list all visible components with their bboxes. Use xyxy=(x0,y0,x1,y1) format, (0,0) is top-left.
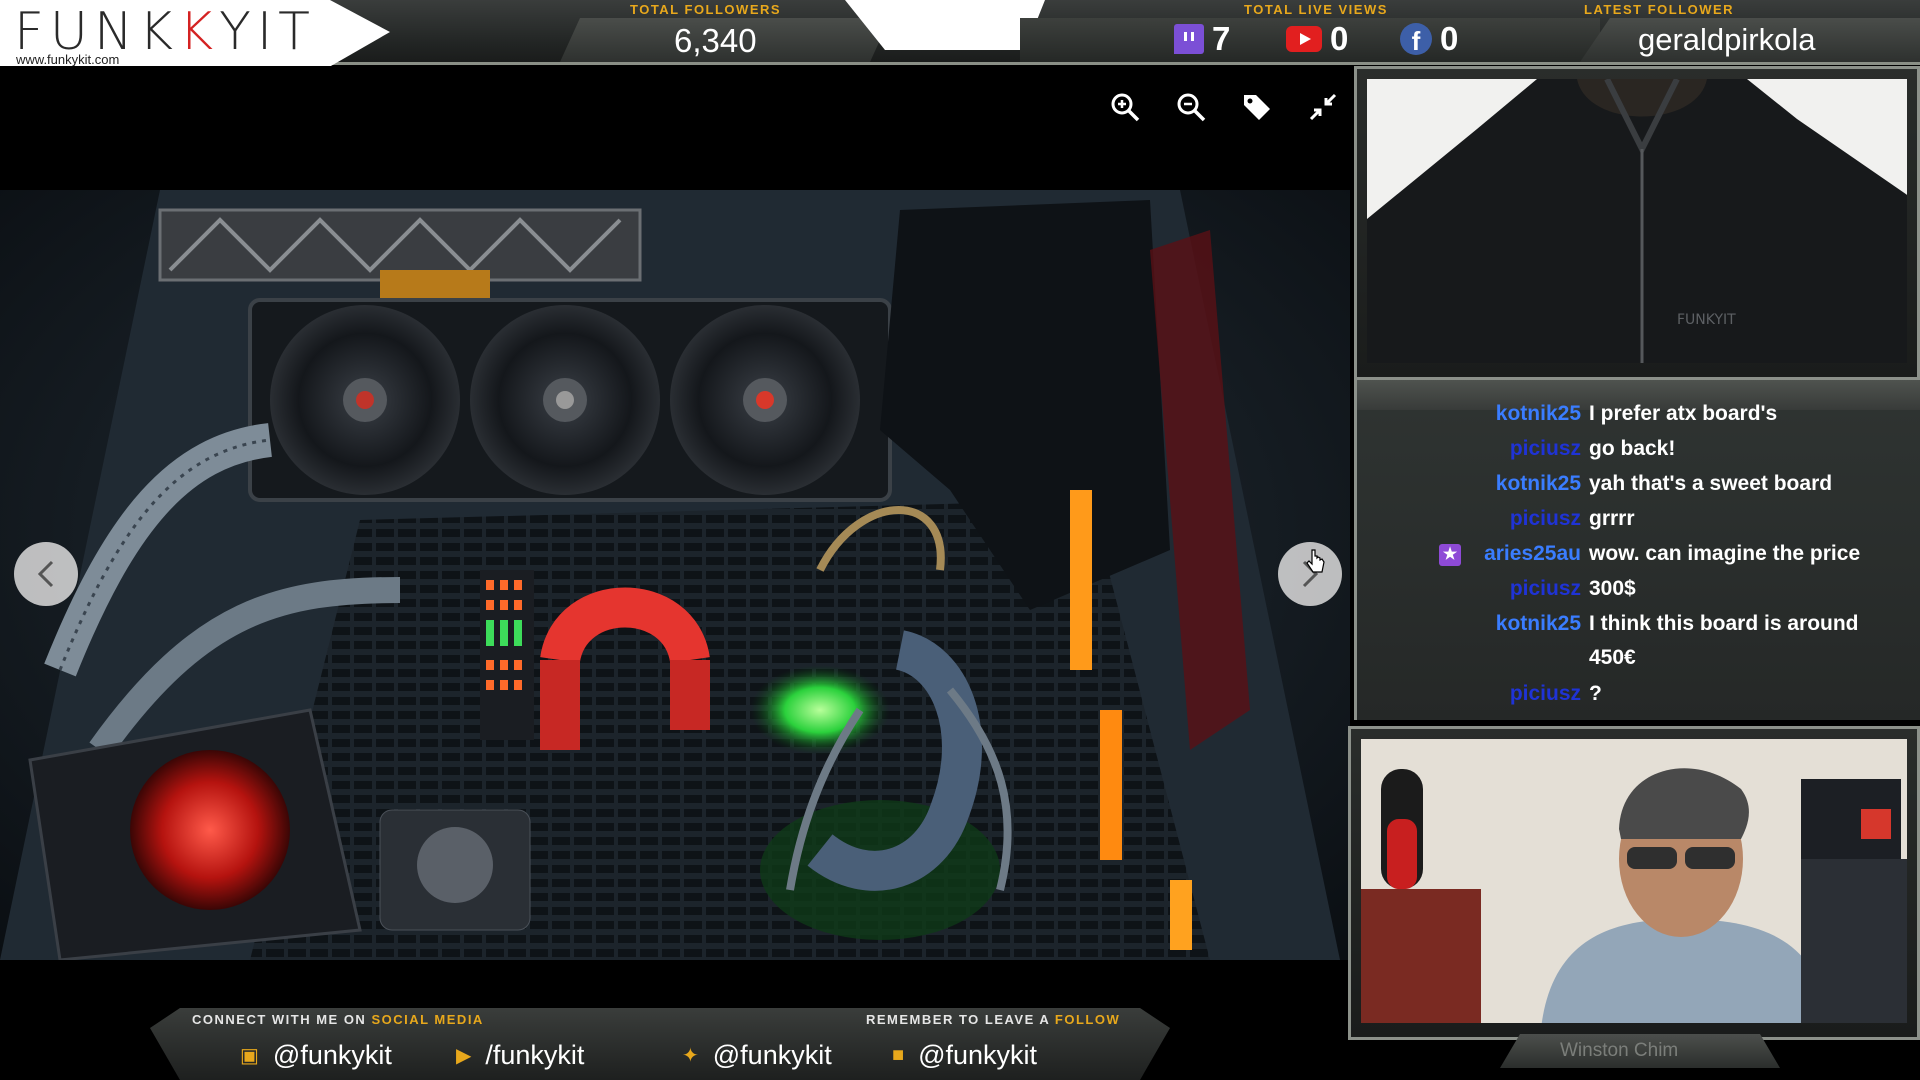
chat-text: 450€ xyxy=(1589,646,1636,669)
chat-text: yah that's a sweet board xyxy=(1589,472,1833,495)
zoom-out-icon[interactable] xyxy=(1172,88,1210,126)
youtube-count: 0 xyxy=(1330,20,1349,57)
chat-username[interactable]: piciusz xyxy=(1510,437,1581,461)
chat-username[interactable]: kotnik25 xyxy=(1496,612,1581,636)
subscriber-badge-icon: ★ xyxy=(1439,544,1461,566)
mouse-cursor-icon xyxy=(1306,548,1326,579)
social-handle: @funkykit xyxy=(272,1040,392,1070)
latest-follower-value: geraldpirkola xyxy=(1638,22,1816,57)
twitch-icon: ▣ xyxy=(240,1045,259,1067)
viewer-toolbar xyxy=(1106,88,1342,126)
youtube-icon xyxy=(1286,26,1322,52)
social-twitter[interactable]: ✦ @funkykit xyxy=(682,1040,832,1071)
chat-text: I think this board is around xyxy=(1589,612,1859,635)
facebook-icon: ■ xyxy=(892,1044,905,1066)
live-chat-panel: kotnik25 I prefer atx board's piciusz go… xyxy=(1354,380,1920,720)
social-youtube[interactable]: ▶ /funkykit xyxy=(456,1040,584,1071)
twitch-icon xyxy=(1174,24,1204,54)
youtube-icon: ▶ xyxy=(456,1045,472,1067)
social-facebook[interactable]: ■ @funkykit xyxy=(892,1040,1037,1071)
chat-username[interactable]: kotnik25 xyxy=(1496,472,1581,496)
total-live-views-label: TOTAL LIVE VIEWS xyxy=(1244,2,1388,17)
chat-username[interactable]: piciusz xyxy=(1510,682,1581,706)
social-handle: /funkykit xyxy=(485,1040,585,1070)
chat-username[interactable]: aries25au xyxy=(1484,542,1581,566)
chat-username[interactable]: piciusz xyxy=(1510,507,1581,531)
youtube-views: 0 xyxy=(1286,20,1348,58)
twitter-icon: ✦ xyxy=(682,1045,699,1067)
facebook-icon: f xyxy=(1400,23,1432,55)
zoom-in-icon[interactable] xyxy=(1106,88,1144,126)
facebook-views: f 0 xyxy=(1400,20,1458,58)
image-viewer xyxy=(0,66,1350,996)
tag-icon[interactable] xyxy=(1238,88,1276,126)
pc-build-photo xyxy=(0,190,1350,960)
twitch-count: 7 xyxy=(1212,20,1231,57)
product-cam: FUNKYIT xyxy=(1354,66,1920,380)
social-handle: @funkykit xyxy=(712,1040,832,1070)
chat-username[interactable]: piciusz xyxy=(1510,577,1581,601)
facebook-count: 0 xyxy=(1440,20,1459,57)
social-handle: @funkykit xyxy=(918,1040,1038,1070)
chat-text: ? xyxy=(1589,682,1602,705)
chat-text: go back! xyxy=(1589,437,1676,460)
follow-reminder: REMEMBER TO LEAVE A FOLLOW xyxy=(866,1012,1121,1027)
latest-follower-label: LATEST FOLLOWER xyxy=(1584,2,1735,17)
collapse-icon[interactable] xyxy=(1304,88,1342,126)
product-cam-feed: FUNKYIT xyxy=(1367,79,1907,363)
streamer-name: Winston Chim xyxy=(1560,1040,1679,1061)
chat-text: grrrr xyxy=(1589,507,1635,530)
twitch-views: 7 xyxy=(1174,20,1230,58)
total-followers-label: TOTAL FOLLOWERS xyxy=(630,2,782,17)
chat-text: I prefer atx board's xyxy=(1589,402,1778,425)
total-followers-value: 6,340 xyxy=(674,22,757,59)
social-twitch[interactable]: ▣ @funkykit xyxy=(240,1040,392,1071)
streamer-cam xyxy=(1348,726,1920,1040)
svg-text:FUNKYIT: FUNKYIT xyxy=(1677,312,1736,328)
chat-text: 300$ xyxy=(1589,577,1636,600)
chat-text: wow. can imagine the price xyxy=(1589,542,1861,565)
logo-url: www.funkykit.com xyxy=(16,52,120,67)
streamer-cam-feed xyxy=(1361,739,1907,1023)
previous-image-button[interactable] xyxy=(14,542,78,606)
connect-heading: CONNECT WITH ME ON SOCIAL MEDIA xyxy=(192,1012,484,1027)
chat-username[interactable]: kotnik25 xyxy=(1496,402,1581,426)
